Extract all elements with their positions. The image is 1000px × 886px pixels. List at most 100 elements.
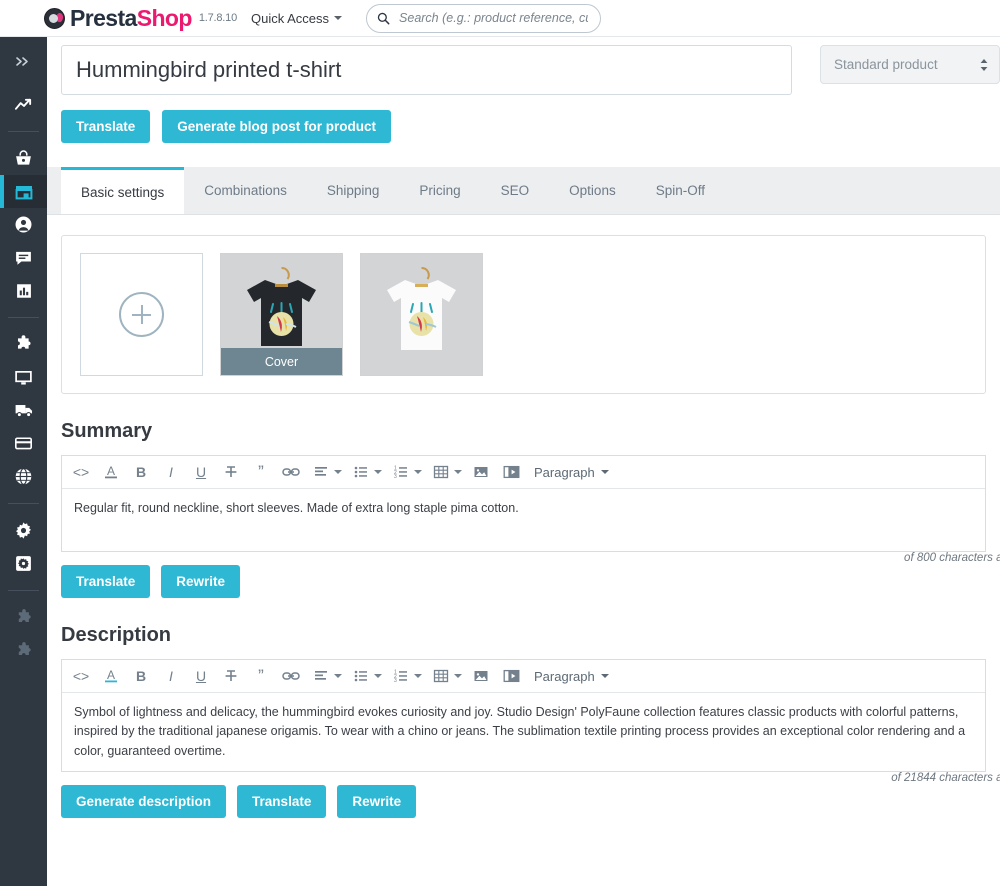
black-tshirt-thumbnail[interactable]: Cover: [220, 253, 343, 376]
tab-shipping[interactable]: Shipping: [307, 167, 400, 214]
italic-icon[interactable]: I: [156, 660, 186, 693]
link-icon[interactable]: [276, 456, 306, 489]
tab-label: Shipping: [326, 183, 380, 198]
tab-label: SEO: [500, 183, 530, 198]
sidebar-item-orders[interactable]: [0, 142, 47, 175]
table-icon[interactable]: [426, 660, 456, 693]
logo-wordmark: PrestaShop: [70, 5, 192, 32]
tab-options[interactable]: Options: [549, 167, 636, 214]
underline-icon[interactable]: U: [186, 456, 216, 489]
add-image-button[interactable]: [80, 253, 203, 376]
source-code-icon[interactable]: <>: [66, 456, 96, 489]
generate-blog-post-button[interactable]: Generate blog post for product: [162, 110, 392, 143]
bullet-list-dropdown-caret-icon[interactable]: [374, 674, 382, 678]
generate-description-button[interactable]: Generate description: [61, 785, 227, 819]
paragraph-format-dropdown[interactable]: Paragraph: [526, 669, 609, 684]
translate-product-button[interactable]: Translate: [61, 110, 151, 143]
align-dropdown-caret-icon[interactable]: [334, 674, 342, 678]
tab-label: Spin-Off: [655, 183, 705, 198]
italic-icon[interactable]: I: [156, 456, 186, 489]
link-icon[interactable]: [276, 660, 306, 693]
text-color-icon[interactable]: A: [96, 456, 126, 489]
puzzle-piece-icon: [18, 608, 31, 622]
sidebar-item-module-link-2[interactable]: [0, 634, 47, 667]
blockquote-icon[interactable]: ”: [246, 660, 276, 693]
sidebar-item-international[interactable]: [0, 460, 47, 493]
numbered-list-icon[interactable]: 123: [386, 660, 416, 693]
align-left-icon[interactable]: [306, 456, 336, 489]
text-color-icon[interactable]: A: [96, 660, 126, 693]
search-input[interactable]: [397, 10, 591, 26]
sidebar-item-expand-menu[interactable]: [0, 45, 47, 78]
paragraph-format-dropdown[interactable]: Paragraph: [526, 465, 609, 480]
top-action-buttons: Translate Generate blog post for product: [47, 95, 1000, 143]
description-text-body[interactable]: Symbol of lightness and delicacy, the hu…: [62, 693, 985, 771]
align-dropdown-caret-icon[interactable]: [334, 470, 342, 474]
summary-translate-button[interactable]: Translate: [61, 565, 151, 598]
strikethrough-icon[interactable]: [216, 660, 246, 693]
description-editor: <> A B I U ” 123 Paragraph Symbol of lig…: [61, 659, 986, 773]
product-name-input[interactable]: [61, 45, 792, 95]
sidebar-item-dashboard[interactable]: [0, 88, 47, 121]
video-icon[interactable]: [496, 660, 526, 693]
gear-square-icon: [16, 556, 31, 571]
chevrons-right-icon: [16, 57, 28, 66]
prestashop-logo[interactable]: PrestaShop 1.7.8.10: [44, 5, 237, 32]
top-header: PrestaShop 1.7.8.10 Quick Access: [0, 0, 1000, 37]
product-type-select[interactable]: Standard product: [820, 45, 1000, 84]
numbered-list-dropdown-caret-icon[interactable]: [414, 470, 422, 474]
tab-basic-settings[interactable]: Basic settings: [61, 167, 185, 214]
sidebar-item-modules[interactable]: [0, 328, 47, 361]
bold-icon[interactable]: B: [126, 456, 156, 489]
gear-icon: [15, 522, 32, 539]
sidebar-item-module-link-1[interactable]: [0, 601, 47, 634]
sidebar-item-customers[interactable]: [0, 208, 47, 241]
trending-up-icon: [14, 98, 32, 110]
numbered-list-icon[interactable]: 123: [386, 456, 416, 489]
sidebar-item-stats[interactable]: [0, 274, 47, 307]
description-translate-button[interactable]: Translate: [237, 785, 327, 819]
numbered-list-dropdown-caret-icon[interactable]: [414, 674, 422, 678]
main-sidebar: [0, 37, 47, 886]
align-left-icon[interactable]: [306, 660, 336, 693]
source-code-icon[interactable]: <>: [66, 660, 96, 693]
sidebar-item-payment[interactable]: [0, 427, 47, 460]
sidebar-divider-2: [8, 317, 39, 318]
logo-shop-text: Shop: [136, 4, 193, 31]
quick-access-menu[interactable]: Quick Access: [251, 11, 343, 26]
white-tshirt-image: [361, 254, 482, 375]
tab-spin-off[interactable]: Spin-Off: [636, 167, 725, 214]
table-dropdown-caret-icon[interactable]: [454, 674, 462, 678]
sidebar-item-advanced-parameters[interactable]: [0, 547, 47, 580]
description-rewrite-button[interactable]: Rewrite: [337, 785, 417, 819]
bold-icon[interactable]: B: [126, 660, 156, 693]
sidebar-item-shop-parameters[interactable]: [0, 514, 47, 547]
video-icon[interactable]: [496, 456, 526, 489]
sidebar-item-design[interactable]: [0, 361, 47, 394]
tab-pricing[interactable]: Pricing: [399, 167, 480, 214]
search-box[interactable]: [366, 3, 602, 33]
summary-text-body[interactable]: Regular fit, round neckline, short sleev…: [62, 489, 985, 551]
speech-bubble-icon: [16, 251, 31, 265]
sidebar-item-catalog[interactable]: [0, 175, 47, 208]
strikethrough-icon[interactable]: [216, 456, 246, 489]
bullet-list-dropdown-caret-icon[interactable]: [374, 470, 382, 474]
summary-rewrite-button[interactable]: Rewrite: [161, 565, 241, 598]
table-dropdown-caret-icon[interactable]: [454, 470, 462, 474]
bullet-list-icon[interactable]: [346, 456, 376, 489]
product-images-panel: Cover: [61, 235, 986, 394]
image-icon[interactable]: [466, 456, 496, 489]
table-icon[interactable]: [426, 456, 456, 489]
white-tshirt-thumbnail[interactable]: [360, 253, 483, 376]
tab-combinations[interactable]: Combinations: [184, 167, 307, 214]
image-icon[interactable]: [466, 660, 496, 693]
underline-icon[interactable]: U: [186, 660, 216, 693]
product-tabs: Basic settings Combinations Shipping Pri…: [47, 167, 1000, 215]
svg-text:3: 3: [394, 678, 397, 683]
bullet-list-icon[interactable]: [346, 660, 376, 693]
sidebar-item-shipping[interactable]: [0, 394, 47, 427]
blockquote-icon[interactable]: ”: [246, 456, 276, 489]
tab-seo[interactable]: SEO: [481, 167, 550, 214]
svg-text:3: 3: [394, 474, 397, 479]
sidebar-item-customer-service[interactable]: [0, 241, 47, 274]
